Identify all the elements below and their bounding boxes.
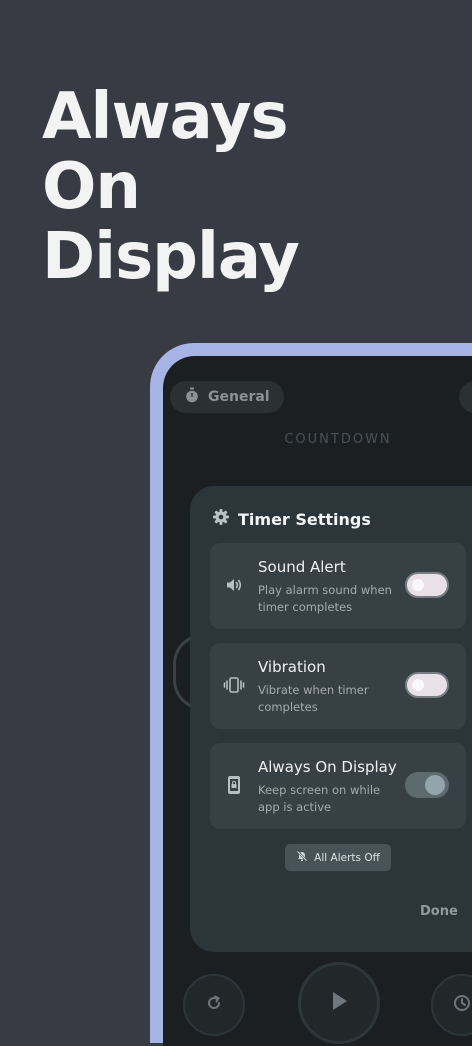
reset-button[interactable] (183, 974, 245, 1036)
play-icon (329, 990, 349, 1016)
sheet-title: Timer Settings (238, 509, 371, 529)
phone-lock-icon (222, 773, 246, 797)
bell-off-icon (296, 850, 308, 865)
all-alerts-off-label: All Alerts Off (314, 851, 380, 864)
headline-line-3: Display (42, 220, 300, 294)
setting-title: Always On Display (258, 758, 397, 776)
sound-alert-toggle[interactable] (405, 572, 449, 598)
device-screen: General COUNTDOWN Timer Settings Sound A… (163, 356, 472, 1046)
clock-icon (452, 993, 472, 1017)
timer-settings-sheet: Timer Settings Sound Alert Play alarm so… (190, 486, 472, 952)
toggle-knob (412, 679, 424, 691)
toggle-knob (425, 775, 445, 795)
stopwatch-icon (184, 387, 200, 407)
sheet-header: Timer Settings (212, 508, 371, 530)
done-button[interactable]: Done (420, 904, 458, 919)
setting-card-vibration: Vibration Vibrate when timer completes (210, 643, 466, 729)
setting-card-sound-alert: Sound Alert Play alarm sound when timer … (210, 543, 466, 629)
vibration-icon (222, 673, 246, 697)
secondary-chip[interactable] (459, 381, 472, 413)
setting-card-always-on-display: Always On Display Keep screen on while a… (210, 743, 466, 829)
category-chip[interactable]: General (170, 381, 284, 413)
vibration-toggle[interactable] (405, 672, 449, 698)
speaker-icon (222, 573, 246, 597)
chip-label: General (208, 389, 270, 405)
headline-line-1: Always (42, 80, 289, 154)
countdown-label: COUNTDOWN (284, 432, 392, 447)
setting-title: Sound Alert (258, 558, 346, 576)
play-button[interactable] (298, 962, 380, 1044)
always-on-display-toggle[interactable] (405, 772, 449, 798)
toggle-knob (412, 579, 424, 591)
headline: Always On Display (42, 80, 300, 294)
setting-description: Play alarm sound when timer completes (258, 583, 392, 614)
setting-title: Vibration (258, 658, 326, 676)
setting-description: Vibrate when timer completes (258, 683, 369, 714)
setting-description: Keep screen on while app is active (258, 783, 381, 814)
gear-icon (212, 508, 230, 530)
history-button[interactable] (431, 974, 472, 1036)
headline-line-2: On (42, 150, 141, 224)
reset-icon (204, 993, 224, 1017)
all-alerts-off-button[interactable]: All Alerts Off (285, 844, 391, 871)
